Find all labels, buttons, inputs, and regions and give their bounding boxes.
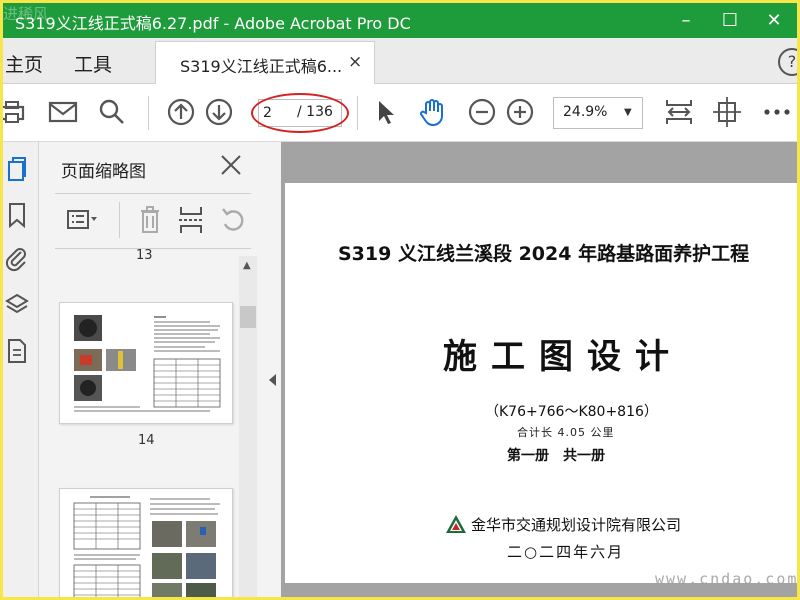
minimize-button[interactable]: – (663, 3, 709, 38)
chainage-range: （K76+766～K80+816） (485, 404, 658, 420)
thumbnail-label-14: 14 (138, 433, 155, 448)
toolbar-separator (357, 96, 358, 130)
thumbnail-content (73, 496, 220, 597)
pdf-page: S319 义江线兰溪段 2024 年路基路面养护工程 施工图设计 （K76+76… (285, 183, 797, 583)
close-window-button[interactable]: ✕ (751, 3, 797, 38)
thumbnail-page-15[interactable] (59, 488, 233, 597)
document-tab[interactable]: S319义江线正式稿6... × (155, 41, 375, 84)
volume-info: 第一册 共一册 (507, 448, 605, 464)
fit-page-icon[interactable] (663, 96, 695, 128)
total-length: 合计长 4.05 公里 (517, 426, 615, 439)
zoom-select[interactable]: 24.9% ▼ (553, 97, 643, 129)
scroll-up-icon[interactable]: ▲ (243, 260, 251, 271)
pages-icon[interactable] (5, 156, 29, 182)
select-arrow-icon[interactable] (369, 96, 401, 128)
undo-icon[interactable] (217, 204, 251, 236)
document-date: 二○二四年六月 (507, 543, 625, 561)
chevron-down-icon: ▼ (624, 107, 632, 118)
thumbnail-page-14[interactable] (59, 302, 233, 424)
hand-icon[interactable] (417, 96, 449, 128)
divider (55, 248, 251, 249)
watermark-bottom: www.cndao.com (655, 570, 797, 588)
maximize-button[interactable]: ☐ (707, 3, 753, 38)
app-window: 进稀风 S319义江线正式稿6.27.pdf - Adobe Acrobat P… (3, 3, 797, 597)
attachment-icon[interactable] (5, 246, 29, 272)
title-bar: 进稀风 S319义江线正式稿6.27.pdf - Adobe Acrobat P… (3, 3, 797, 38)
close-icon[interactable] (220, 154, 242, 176)
toolbar-separator (148, 96, 149, 130)
scrollbar-thumb[interactable] (240, 306, 256, 328)
thumbnail-label-partial: 13 (136, 248, 153, 263)
collapse-panel-handle[interactable] (265, 142, 281, 597)
more-icon[interactable] (761, 96, 793, 128)
delete-icon[interactable] (133, 204, 167, 236)
search-icon[interactable] (96, 96, 128, 128)
panel-separator (119, 202, 120, 238)
zoom-value: 24.9% (563, 104, 608, 120)
close-tab-icon[interactable]: × (348, 52, 362, 72)
thumbnail-panel: 页面缩略图 13 14 ▲ (39, 142, 265, 597)
red-annotation-oval (251, 93, 349, 133)
document-tab-label: S319义江线正式稿6... (180, 57, 343, 76)
document-view: S319 义江线兰溪段 2024 年路基路面养护工程 施工图设计 （K76+76… (281, 142, 797, 597)
toolbar: / 136 24.9% ▼ (3, 84, 797, 142)
thumbnail-content (74, 315, 221, 412)
menu-row: 主页 工具 S319义江线正式稿6... × ? (3, 38, 797, 84)
document-heading: 施工图设计 (443, 337, 683, 377)
divider (55, 193, 251, 194)
options-icon[interactable] (65, 204, 99, 236)
navigation-pane (3, 142, 39, 597)
layers-icon[interactable] (5, 292, 29, 318)
content-icon[interactable] (5, 338, 29, 364)
menu-tools[interactable]: 工具 (74, 50, 112, 77)
help-icon[interactable]: ? (778, 48, 797, 76)
page-up-icon[interactable] (165, 96, 197, 128)
mail-icon[interactable] (47, 96, 79, 128)
zoom-in-icon[interactable] (504, 96, 536, 128)
bookmark-icon[interactable] (5, 202, 29, 228)
project-title: S319 义江线兰溪段 2024 年路基路面养护工程 (338, 243, 750, 265)
thumbnail-scrollbar[interactable]: ▲ (239, 256, 257, 597)
company-name: 金华市交通规划设计院有限公司 (471, 516, 682, 534)
print-icon[interactable] (3, 96, 31, 128)
insert-icon[interactable] (175, 204, 209, 236)
window-title: S319义江线正式稿6.27.pdf - Adobe Acrobat Pro D… (15, 14, 411, 33)
menu-home[interactable]: 主页 (5, 50, 43, 77)
zoom-out-icon[interactable] (466, 96, 498, 128)
collapse-arrow-icon (269, 374, 276, 386)
panel-title: 页面缩略图 (61, 162, 146, 182)
page-down-icon[interactable] (203, 96, 235, 128)
company-logo-icon (446, 515, 466, 533)
rotate-page-icon[interactable] (711, 96, 743, 128)
